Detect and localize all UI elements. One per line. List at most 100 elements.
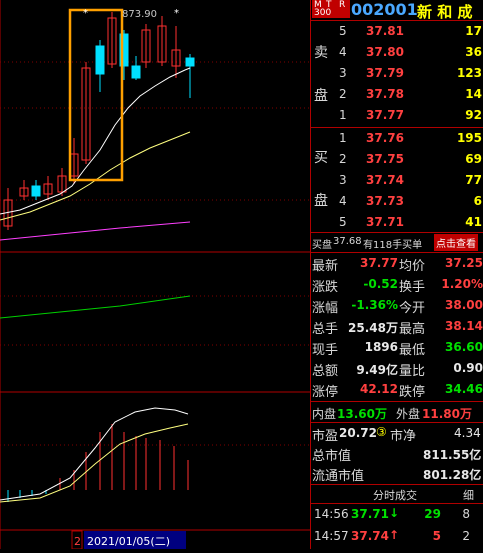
star-marker: *	[174, 8, 179, 19]
tick-row[interactable]: 14:56 37.71 ↓ 29 8	[311, 504, 483, 526]
volume: 69	[465, 152, 482, 166]
view-detail-button[interactable]: 点击查看	[434, 234, 478, 251]
quote-key: 总手	[312, 322, 339, 337]
volume: 17	[465, 24, 482, 38]
quote-panel: M T R 300 002001 新 和 成 卖 盘 5 37.81 17 4 37.8…	[310, 0, 483, 549]
quote-key: 量比	[399, 364, 426, 379]
level: 1	[339, 108, 347, 122]
quote-value: 42.12	[360, 382, 398, 396]
grid	[0, 61, 310, 446]
ma-line-3	[0, 221, 191, 241]
candle	[95, 45, 105, 75]
level: 4	[339, 45, 347, 59]
volume: 77	[465, 173, 482, 187]
price: 37.77	[366, 108, 404, 122]
arrow-up-icon: ↑	[389, 528, 400, 542]
tick-row[interactable]: 14:57 37.74 ↑ 5 2	[311, 526, 483, 548]
pe-label: 市盈	[312, 429, 339, 444]
quote-value: 34.46	[445, 382, 483, 396]
total-cap-label: 总市值	[312, 449, 352, 464]
sell-row[interactable]: 5 37.81 17	[311, 21, 483, 43]
notice-text-b: 有118手买单	[363, 240, 423, 251]
volume: 195	[456, 131, 482, 145]
notice-price: 37.68	[333, 236, 362, 247]
price: 37.76	[366, 131, 404, 145]
high-price-label: 873.90	[122, 9, 157, 20]
tick-time: 14:56	[314, 507, 349, 521]
level: 1	[339, 131, 347, 145]
price: 37.73	[366, 194, 404, 208]
total-cap-value: 811.55亿	[423, 448, 482, 462]
buy-row[interactable]: 1 37.76 195	[311, 128, 483, 150]
quote-key: 涨幅	[312, 301, 339, 316]
quote-key: 涨停	[312, 385, 339, 400]
quote-value: 9.49亿	[356, 363, 398, 377]
price: 37.71	[366, 215, 404, 229]
level: 4	[339, 194, 347, 208]
quote-value: 0.90	[453, 361, 483, 375]
quote-key: 最高	[399, 322, 426, 337]
date-cursor-label: 2021/01/05(二)	[87, 535, 170, 548]
buy-row[interactable]: 3 37.74 77	[311, 170, 483, 192]
sell-row[interactable]: 4 37.80 36	[311, 42, 483, 64]
float-cap-label: 流通市值	[312, 469, 365, 484]
tick-price: 37.74	[351, 529, 389, 543]
quote-key: 现手	[312, 343, 339, 358]
quote-row: 总手 25.48万 最高 38.14	[311, 316, 483, 338]
stock-code: 002001	[351, 0, 418, 19]
badge-300: 300	[314, 8, 332, 18]
volume: 14	[465, 87, 482, 101]
quote-value: -0.52	[363, 277, 398, 291]
quote-value: 37.77	[360, 256, 398, 270]
level: 5	[339, 24, 347, 38]
arrow-down-icon: ↓	[389, 506, 400, 520]
inner-value: 13.60万	[337, 407, 387, 421]
buy-orderbook: 买 盘 1 37.76 195 2 37.75 69 3 37.74 77 4 37.73 6 5 37.…	[311, 128, 483, 232]
quote-key: 总额	[312, 364, 339, 379]
tick-volume: 5	[432, 529, 441, 543]
quote-key: 今开	[399, 301, 426, 316]
buy-row[interactable]: 5 37.71 41	[311, 212, 483, 234]
kline-svg[interactable]: * * 873.90 2 2021/01/05(二)	[0, 0, 310, 550]
quote-value: 37.25	[445, 256, 483, 270]
quote-row: 涨跌 -0.52 换手 1.20%	[311, 274, 483, 296]
pe-ttm-icon: ③	[376, 425, 387, 439]
quote-value: 1.20%	[441, 277, 483, 291]
level: 3	[339, 66, 347, 80]
order-notice: 买盘 37.68 有118手买单 点击查看	[311, 233, 483, 251]
level: 5	[339, 215, 347, 229]
quote-key: 最低	[399, 343, 426, 358]
tick-price: 37.71	[351, 507, 389, 521]
pb-label: 市净	[390, 429, 417, 444]
ma-line-4	[0, 295, 191, 319]
volume: 6	[473, 194, 482, 208]
quote-value: 1896	[364, 340, 398, 354]
date-prefix: 2	[74, 535, 81, 548]
tab-detail[interactable]: 细	[463, 487, 474, 503]
quote-row: 现手 1896 最低 36.60	[311, 337, 483, 359]
candle	[31, 185, 41, 197]
quote-key: 涨跌	[312, 280, 339, 295]
outer-label: 外盘	[396, 407, 421, 421]
buy-row[interactable]: 2 37.75 69	[311, 149, 483, 171]
candles	[3, 12, 195, 230]
macd-bars	[59, 424, 189, 490]
price: 37.79	[366, 66, 404, 80]
quote-key: 均价	[399, 259, 426, 274]
pe-value: 20.72	[339, 426, 377, 440]
quote-value: 25.48万	[348, 321, 398, 335]
quote-key: 最新	[312, 259, 339, 274]
float-cap-value: 801.28亿	[423, 468, 482, 482]
tab-tick-trades[interactable]: 分时成交	[373, 487, 417, 503]
price: 37.74	[366, 173, 404, 187]
sell-row[interactable]: 2 37.78 14	[311, 84, 483, 106]
sell-row[interactable]: 1 37.77 92	[311, 105, 483, 127]
notice-text-a: 买盘	[312, 240, 332, 251]
stock-header: M T R 300 002001 新 和 成	[311, 0, 483, 21]
quote-stats: 最新 37.77 均价 37.25 涨跌 -0.52 换手 1.20% 涨幅 -1.36% 今开 38…	[311, 253, 483, 403]
quote-value: 36.60	[445, 340, 483, 354]
buy-row[interactable]: 4 37.73 6	[311, 191, 483, 213]
level: 2	[339, 87, 347, 101]
sell-row[interactable]: 3 37.79 123	[311, 63, 483, 85]
kline-chart[interactable]: * * 873.90 2 2021/01/05(二)	[0, 0, 310, 550]
